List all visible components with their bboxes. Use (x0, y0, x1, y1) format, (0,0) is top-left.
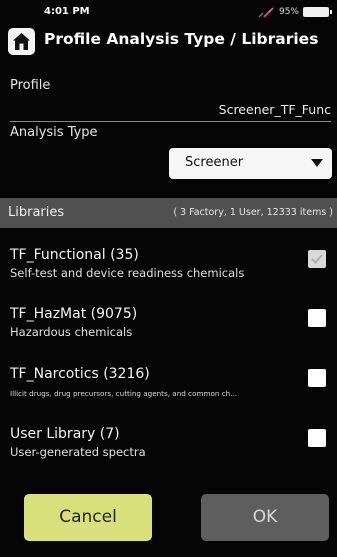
analysis-type-select[interactable]: Screener (169, 148, 332, 179)
library-item-user-library[interactable]: User Library (7) User-generated spectra (0, 426, 337, 474)
status-time: 4:01 PM (44, 6, 90, 17)
library-name: TF_Functional (35) (10, 247, 139, 263)
home-button[interactable] (8, 28, 35, 55)
library-checkbox-user-library[interactable] (308, 429, 326, 447)
library-checkbox-tf-hazmat[interactable] (308, 309, 326, 327)
library-checkbox-tf-narcotics[interactable] (308, 369, 326, 387)
profile-underline (10, 121, 331, 122)
library-item-tf-narcotics[interactable]: TF_Narcotics (3216) Illicit drugs, drug … (0, 366, 337, 414)
library-description: User-generated spectra (10, 445, 146, 459)
libraries-title: Libraries (8, 205, 65, 220)
header: 4:01 PM 95% Profile Analysis Type / Libr… (0, 0, 337, 66)
home-icon (13, 33, 30, 50)
library-item-tf-hazmat[interactable]: TF_HazMat (9075) Hazardous chemicals (0, 306, 337, 354)
library-checkbox-tf-functional[interactable] (308, 250, 326, 268)
profile-value[interactable]: Screener_TF_Func (219, 102, 331, 117)
library-description: Illicit drugs, drug precursors, cutting … (10, 389, 238, 398)
library-name: TF_Narcotics (3216) (10, 366, 150, 382)
signal-off-icon (258, 7, 274, 18)
screen: 4:01 PM 95% Profile Analysis Type / Libr… (0, 0, 337, 557)
page-title: Profile Analysis Type / Libraries (44, 30, 319, 48)
battery-icon (303, 7, 332, 17)
library-name: User Library (7) (10, 426, 120, 442)
library-description: Hazardous chemicals (10, 325, 133, 339)
status-icons: 95% (257, 5, 332, 19)
libraries-header: Libraries ( 3 Factory, 1 User, 12333 ite… (0, 198, 337, 228)
library-item-tf-functional[interactable]: TF_Functional (35) Self-test and device … (0, 247, 337, 295)
library-name: TF_HazMat (9075) (10, 306, 138, 322)
profile-label: Profile (10, 78, 51, 93)
analysis-type-label: Analysis Type (10, 125, 98, 140)
battery-percent: 95% (278, 7, 299, 17)
analysis-type-value: Screener (185, 155, 244, 170)
library-description: Self-test and device readiness chemicals (10, 266, 245, 280)
libraries-summary: ( 3 Factory, 1 User, 12333 items ) (173, 207, 333, 218)
ok-button[interactable]: OK (201, 494, 329, 541)
cancel-button[interactable]: Cancel (24, 494, 152, 541)
checkmark-icon (311, 254, 323, 264)
chevron-down-icon (311, 159, 323, 167)
